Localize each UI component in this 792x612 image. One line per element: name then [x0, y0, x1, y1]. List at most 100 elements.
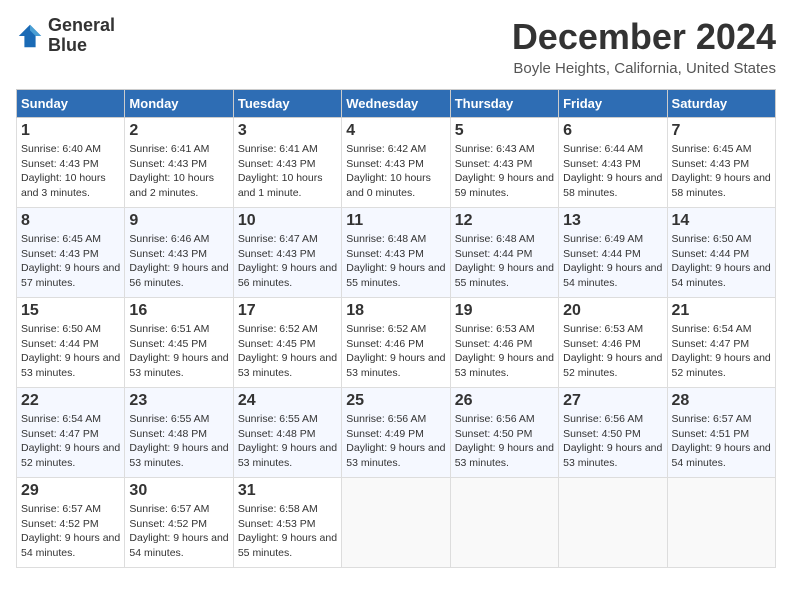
calendar-cell: 1 Sunrise: 6:40 AMSunset: 4:43 PMDayligh… — [17, 118, 125, 208]
calendar-cell: 30 Sunrise: 6:57 AMSunset: 4:52 PMDaylig… — [125, 478, 233, 568]
month-title: December 2024 — [512, 16, 776, 58]
day-number: 10 — [238, 212, 337, 230]
day-info: Sunrise: 6:57 AMSunset: 4:52 PMDaylight:… — [21, 503, 120, 559]
calendar-cell: 12 Sunrise: 6:48 AMSunset: 4:44 PMDaylig… — [450, 208, 558, 298]
header-thursday: Thursday — [450, 90, 558, 118]
day-number: 6 — [563, 122, 662, 140]
day-number: 18 — [346, 302, 445, 320]
day-info: Sunrise: 6:57 AMSunset: 4:51 PMDaylight:… — [672, 413, 771, 469]
day-info: Sunrise: 6:56 AMSunset: 4:50 PMDaylight:… — [563, 413, 662, 469]
day-number: 31 — [238, 482, 337, 500]
header-wednesday: Wednesday — [342, 90, 450, 118]
day-number: 5 — [455, 122, 554, 140]
day-info: Sunrise: 6:51 AMSunset: 4:45 PMDaylight:… — [129, 323, 228, 379]
header: General Blue December 2024 Boyle Heights… — [16, 16, 776, 77]
day-number: 28 — [672, 392, 771, 410]
day-number: 23 — [129, 392, 228, 410]
day-number: 13 — [563, 212, 662, 230]
day-number: 15 — [21, 302, 120, 320]
day-number: 30 — [129, 482, 228, 500]
day-info: Sunrise: 6:52 AMSunset: 4:45 PMDaylight:… — [238, 323, 337, 379]
calendar-cell — [342, 478, 450, 568]
header-sunday: Sunday — [17, 90, 125, 118]
day-info: Sunrise: 6:50 AMSunset: 4:44 PMDaylight:… — [672, 233, 771, 289]
calendar-cell: 17 Sunrise: 6:52 AMSunset: 4:45 PMDaylig… — [233, 298, 341, 388]
calendar-cell: 26 Sunrise: 6:56 AMSunset: 4:50 PMDaylig… — [450, 388, 558, 478]
calendar-cell: 18 Sunrise: 6:52 AMSunset: 4:46 PMDaylig… — [342, 298, 450, 388]
day-number: 22 — [21, 392, 120, 410]
day-info: Sunrise: 6:50 AMSunset: 4:44 PMDaylight:… — [21, 323, 120, 379]
day-info: Sunrise: 6:43 AMSunset: 4:43 PMDaylight:… — [455, 143, 554, 199]
calendar-week-4: 22 Sunrise: 6:54 AMSunset: 4:47 PMDaylig… — [17, 388, 776, 478]
day-info: Sunrise: 6:48 AMSunset: 4:43 PMDaylight:… — [346, 233, 445, 289]
day-number: 27 — [563, 392, 662, 410]
calendar-cell: 5 Sunrise: 6:43 AMSunset: 4:43 PMDayligh… — [450, 118, 558, 208]
calendar-cell: 6 Sunrise: 6:44 AMSunset: 4:43 PMDayligh… — [559, 118, 667, 208]
calendar-cell: 4 Sunrise: 6:42 AMSunset: 4:43 PMDayligh… — [342, 118, 450, 208]
day-number: 16 — [129, 302, 228, 320]
header-friday: Friday — [559, 90, 667, 118]
day-info: Sunrise: 6:55 AMSunset: 4:48 PMDaylight:… — [129, 413, 228, 469]
calendar-cell: 16 Sunrise: 6:51 AMSunset: 4:45 PMDaylig… — [125, 298, 233, 388]
day-info: Sunrise: 6:47 AMSunset: 4:43 PMDaylight:… — [238, 233, 337, 289]
logo-icon — [16, 22, 44, 50]
calendar-cell: 28 Sunrise: 6:57 AMSunset: 4:51 PMDaylig… — [667, 388, 775, 478]
day-info: Sunrise: 6:42 AMSunset: 4:43 PMDaylight:… — [346, 143, 431, 199]
calendar-cell: 10 Sunrise: 6:47 AMSunset: 4:43 PMDaylig… — [233, 208, 341, 298]
calendar-cell — [667, 478, 775, 568]
day-number: 14 — [672, 212, 771, 230]
day-number: 4 — [346, 122, 445, 140]
calendar-cell: 21 Sunrise: 6:54 AMSunset: 4:47 PMDaylig… — [667, 298, 775, 388]
calendar-cell — [450, 478, 558, 568]
location-text: Boyle Heights, California, United States — [512, 60, 776, 77]
day-number: 11 — [346, 212, 445, 230]
calendar-cell: 27 Sunrise: 6:56 AMSunset: 4:50 PMDaylig… — [559, 388, 667, 478]
day-info: Sunrise: 6:57 AMSunset: 4:52 PMDaylight:… — [129, 503, 228, 559]
calendar-week-2: 8 Sunrise: 6:45 AMSunset: 4:43 PMDayligh… — [17, 208, 776, 298]
calendar-week-3: 15 Sunrise: 6:50 AMSunset: 4:44 PMDaylig… — [17, 298, 776, 388]
calendar-cell: 9 Sunrise: 6:46 AMSunset: 4:43 PMDayligh… — [125, 208, 233, 298]
day-number: 9 — [129, 212, 228, 230]
day-info: Sunrise: 6:52 AMSunset: 4:46 PMDaylight:… — [346, 323, 445, 379]
day-number: 7 — [672, 122, 771, 140]
calendar-table: SundayMondayTuesdayWednesdayThursdayFrid… — [16, 89, 776, 568]
day-number: 24 — [238, 392, 337, 410]
day-number: 26 — [455, 392, 554, 410]
calendar-cell: 3 Sunrise: 6:41 AMSunset: 4:43 PMDayligh… — [233, 118, 341, 208]
logo-text: General Blue — [48, 16, 115, 56]
day-info: Sunrise: 6:54 AMSunset: 4:47 PMDaylight:… — [672, 323, 771, 379]
day-info: Sunrise: 6:54 AMSunset: 4:47 PMDaylight:… — [21, 413, 120, 469]
day-number: 3 — [238, 122, 337, 140]
calendar-cell — [559, 478, 667, 568]
header-tuesday: Tuesday — [233, 90, 341, 118]
calendar-cell: 7 Sunrise: 6:45 AMSunset: 4:43 PMDayligh… — [667, 118, 775, 208]
calendar-cell: 11 Sunrise: 6:48 AMSunset: 4:43 PMDaylig… — [342, 208, 450, 298]
calendar-cell: 8 Sunrise: 6:45 AMSunset: 4:43 PMDayligh… — [17, 208, 125, 298]
title-block: December 2024 Boyle Heights, California,… — [512, 16, 776, 77]
day-info: Sunrise: 6:45 AMSunset: 4:43 PMDaylight:… — [21, 233, 120, 289]
calendar-cell: 20 Sunrise: 6:53 AMSunset: 4:46 PMDaylig… — [559, 298, 667, 388]
calendar-cell: 22 Sunrise: 6:54 AMSunset: 4:47 PMDaylig… — [17, 388, 125, 478]
day-info: Sunrise: 6:56 AMSunset: 4:49 PMDaylight:… — [346, 413, 445, 469]
day-info: Sunrise: 6:46 AMSunset: 4:43 PMDaylight:… — [129, 233, 228, 289]
day-info: Sunrise: 6:55 AMSunset: 4:48 PMDaylight:… — [238, 413, 337, 469]
day-number: 29 — [21, 482, 120, 500]
day-info: Sunrise: 6:44 AMSunset: 4:43 PMDaylight:… — [563, 143, 662, 199]
calendar-cell: 24 Sunrise: 6:55 AMSunset: 4:48 PMDaylig… — [233, 388, 341, 478]
calendar-cell: 19 Sunrise: 6:53 AMSunset: 4:46 PMDaylig… — [450, 298, 558, 388]
day-number: 21 — [672, 302, 771, 320]
calendar-cell: 31 Sunrise: 6:58 AMSunset: 4:53 PMDaylig… — [233, 478, 341, 568]
calendar-cell: 25 Sunrise: 6:56 AMSunset: 4:49 PMDaylig… — [342, 388, 450, 478]
header-monday: Monday — [125, 90, 233, 118]
day-number: 1 — [21, 122, 120, 140]
day-number: 8 — [21, 212, 120, 230]
day-info: Sunrise: 6:41 AMSunset: 4:43 PMDaylight:… — [129, 143, 214, 199]
logo: General Blue — [16, 16, 115, 56]
calendar-week-1: 1 Sunrise: 6:40 AMSunset: 4:43 PMDayligh… — [17, 118, 776, 208]
day-info: Sunrise: 6:58 AMSunset: 4:53 PMDaylight:… — [238, 503, 337, 559]
day-number: 2 — [129, 122, 228, 140]
calendar-week-5: 29 Sunrise: 6:57 AMSunset: 4:52 PMDaylig… — [17, 478, 776, 568]
day-info: Sunrise: 6:49 AMSunset: 4:44 PMDaylight:… — [563, 233, 662, 289]
calendar-cell: 29 Sunrise: 6:57 AMSunset: 4:52 PMDaylig… — [17, 478, 125, 568]
calendar-header-row: SundayMondayTuesdayWednesdayThursdayFrid… — [17, 90, 776, 118]
